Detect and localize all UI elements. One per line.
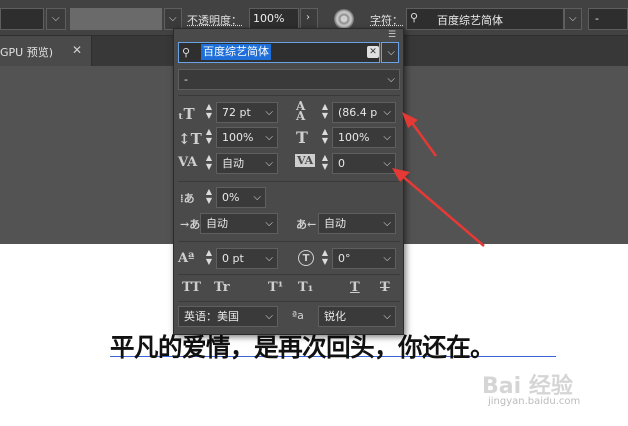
annotation-arrows [392,112,485,247]
arrow-to-tracking [399,173,485,247]
arrow-head-leading [402,112,418,128]
arrow-to-leading [408,119,438,157]
